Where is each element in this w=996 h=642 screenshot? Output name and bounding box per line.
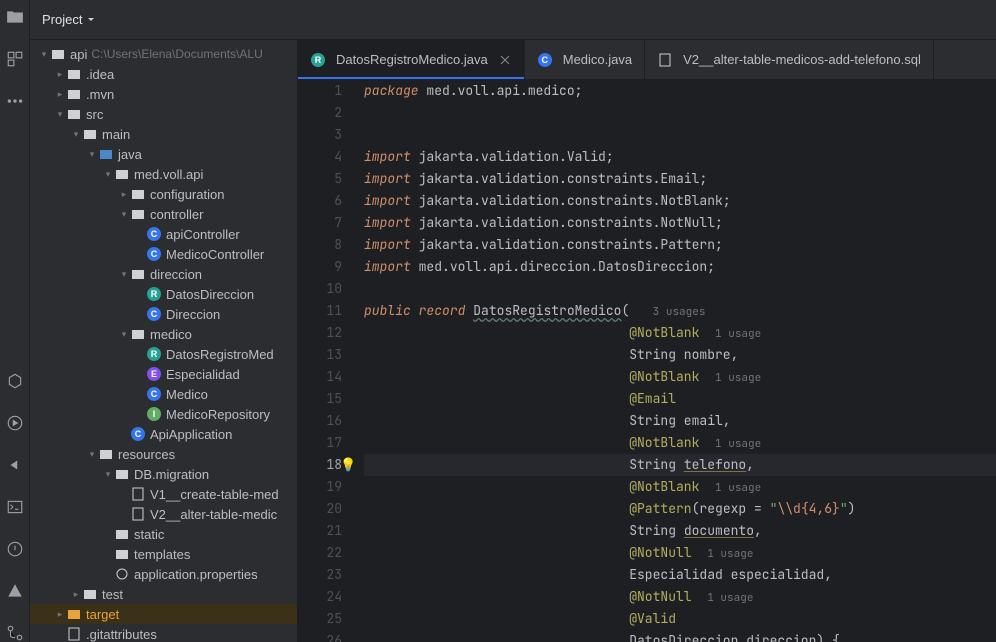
tree-item[interactable]: CapiController <box>30 224 297 244</box>
structure-icon[interactable] <box>6 50 24 68</box>
file-icon <box>658 53 672 67</box>
warning-icon[interactable] <box>6 582 24 600</box>
close-icon[interactable] <box>498 53 512 67</box>
tree-item[interactable]: ▸test <box>30 584 297 604</box>
editor-tabs: R DatosRegistroMedico.java C Medico.java… <box>298 40 996 80</box>
tree-item[interactable]: ▾java <box>30 144 297 164</box>
tree-item[interactable]: templates <box>30 544 297 564</box>
tab-datosregistro[interactable]: R DatosRegistroMedico.java <box>298 40 525 79</box>
tree-item[interactable]: V2__alter-table-medic <box>30 504 297 524</box>
debug-icon[interactable] <box>6 456 24 474</box>
tab-label: Medico.java <box>563 52 632 67</box>
tree-item-target[interactable]: ▸target <box>30 604 297 624</box>
tree-item[interactable]: ▸.mvn <box>30 84 297 104</box>
left-toolbar <box>0 0 30 642</box>
intention-bulb-icon[interactable]: 💡 <box>340 454 356 476</box>
tab-label: V2__alter-table-medicos-add-telefono.sql <box>683 52 921 67</box>
tree-root[interactable]: ▾ api C:\Users\Elena\Documents\ALU <box>30 44 297 64</box>
tree-item[interactable]: CApiApplication <box>30 424 297 444</box>
tab-medico[interactable]: C Medico.java <box>525 40 645 79</box>
project-label: Project <box>42 12 82 27</box>
folder-icon[interactable] <box>6 8 24 26</box>
terminal-icon[interactable] <box>6 498 24 516</box>
tree-item[interactable]: ▾resources <box>30 444 297 464</box>
chevron-down-icon <box>86 15 96 25</box>
tree-item[interactable]: RDatosRegistroMed <box>30 344 297 364</box>
tree-item[interactable]: ▸configuration <box>30 184 297 204</box>
tree-item[interactable]: CMedico <box>30 384 297 404</box>
code-lines[interactable]: package med.voll.api.medico;import jakar… <box>360 80 996 642</box>
project-tree[interactable]: ▾ api C:\Users\Elena\Documents\ALU ▸.ide… <box>30 40 298 642</box>
tree-item[interactable]: RDatosDireccion <box>30 284 297 304</box>
tree-item[interactable]: ▸.idea <box>30 64 297 84</box>
tree-item[interactable]: ▾direccion <box>30 264 297 284</box>
class-icon: C <box>538 53 552 67</box>
tree-item[interactable]: ▾main <box>30 124 297 144</box>
tab-label: DatosRegistroMedico.java <box>336 52 488 67</box>
run-icon[interactable] <box>6 414 24 432</box>
record-icon: R <box>311 53 325 67</box>
tree-item[interactable]: CMedicoController <box>30 244 297 264</box>
project-header[interactable]: Project <box>30 0 996 40</box>
tree-item[interactable]: ▾med.voll.api <box>30 164 297 184</box>
problems-icon[interactable] <box>6 540 24 558</box>
tree-item[interactable]: ▾DB.migration <box>30 464 297 484</box>
tree-item[interactable]: application.properties <box>30 564 297 584</box>
tree-item[interactable]: ▾medico <box>30 324 297 344</box>
tree-item[interactable]: V1__create-table-med <box>30 484 297 504</box>
tree-item[interactable]: ▾src <box>30 104 297 124</box>
build-icon[interactable] <box>6 372 24 390</box>
tree-item[interactable]: static <box>30 524 297 544</box>
more-icon[interactable] <box>6 92 24 110</box>
code-editor[interactable]: 1234567891011121314151617181920212223242… <box>298 80 996 642</box>
tree-item[interactable]: ▾controller <box>30 204 297 224</box>
vcs-icon[interactable] <box>6 624 24 642</box>
line-gutter: 1234567891011121314151617181920212223242… <box>298 80 360 642</box>
tree-item[interactable]: IMedicoRepository <box>30 404 297 424</box>
tree-item[interactable]: .gitattributes <box>30 624 297 642</box>
tree-item[interactable]: EEspecialidad <box>30 364 297 384</box>
tab-sql[interactable]: V2__alter-table-medicos-add-telefono.sql <box>645 40 934 79</box>
tree-item[interactable]: CDireccion <box>30 304 297 324</box>
